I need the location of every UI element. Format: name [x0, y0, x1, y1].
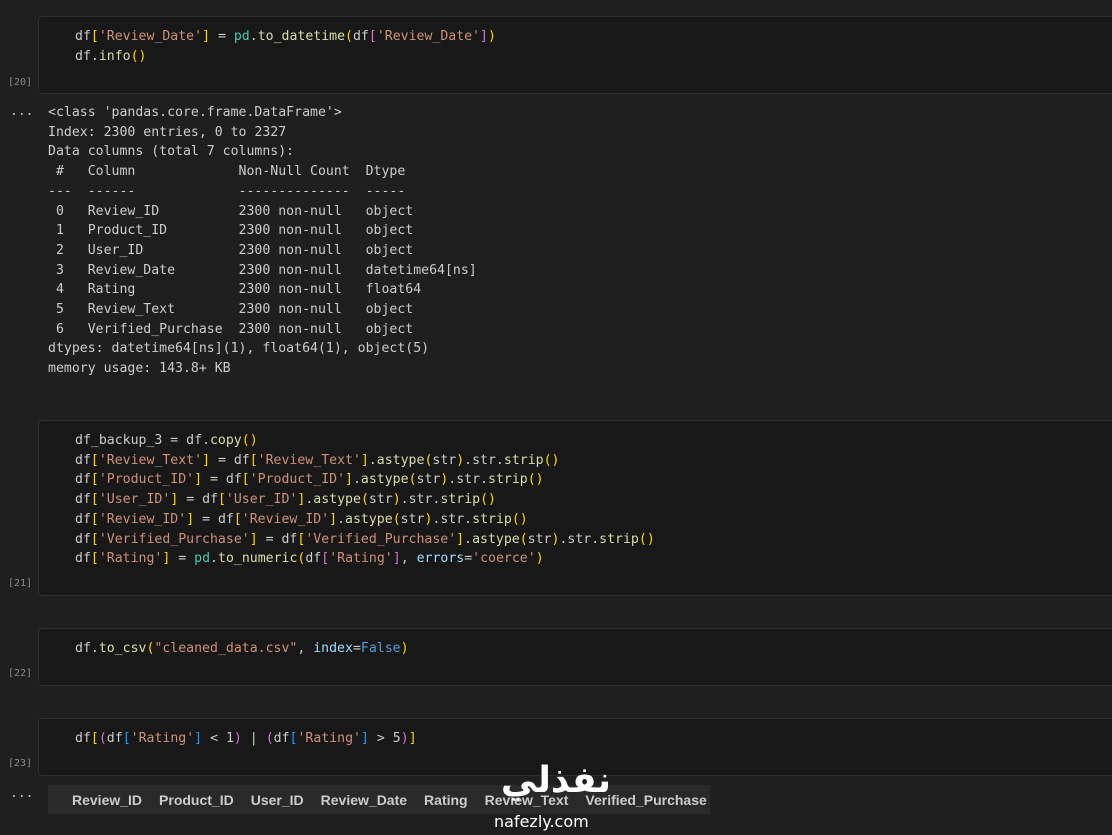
code-line: df.info() — [75, 48, 147, 64]
execution-count: [21] — [8, 578, 33, 589]
info-output: <class 'pandas.core.frame.DataFrame'> In… — [48, 105, 477, 377]
code-editor[interactable]: df['Review_Date'] = pd.to_datetime(df['R… — [75, 27, 496, 66]
code-cell-22[interactable]: df.to_csv("cleaned_data.csv", index=Fals… — [38, 628, 1112, 686]
execution-count: [22] — [8, 668, 33, 679]
watermark: نفذلي nafezly.com — [486, 758, 626, 835]
notebook-page: df['Review_Date'] = pd.to_datetime(df['R… — [0, 0, 1112, 835]
code-cell-20[interactable]: df['Review_Date'] = pd.to_datetime(df['R… — [38, 16, 1112, 94]
code-line: df['Rating'] = pd.to_numeric(df['Rating'… — [75, 551, 544, 567]
column-header: Rating — [424, 791, 468, 808]
output-menu-icon[interactable]: ... — [10, 787, 33, 800]
code-line: df['Review_Date'] = pd.to_datetime(df['R… — [75, 29, 496, 44]
code-line: df_backup_3 = df.copy() — [75, 433, 258, 448]
code-editor[interactable]: df_backup_3 = df.copy() df['Review_Text'… — [75, 431, 655, 569]
code-editor[interactable]: df.to_csv("cleaned_data.csv", index=Fals… — [75, 639, 409, 659]
execution-count: [23] — [8, 758, 33, 769]
code-line: df['Review_Text'] = df['Review_Text'].as… — [75, 452, 560, 468]
code-cell-21[interactable]: df_backup_3 = df.copy() df['Review_Text'… — [38, 420, 1112, 596]
code-line: df['Verified_Purchase'] = df['Verified_P… — [75, 531, 655, 547]
code-line: df['Product_ID'] = df['Product_ID'].asty… — [75, 472, 544, 488]
column-header: Review_ID — [72, 791, 143, 808]
code-line: df[(df['Rating'] < 1) | (df['Rating'] > … — [75, 731, 417, 746]
column-header: Review_Date — [320, 791, 408, 808]
code-line: df['Review_ID'] = df['Review_ID'].astype… — [75, 511, 528, 527]
column-header: User_ID — [250, 791, 304, 808]
watermark-logo: نفذلي — [500, 760, 612, 801]
code-line: df.to_csv("cleaned_data.csv", index=Fals… — [75, 641, 409, 656]
code-editor[interactable]: df[(df['Rating'] < 1) | (df['Rating'] > … — [75, 729, 417, 749]
column-header: Product_ID — [159, 791, 234, 808]
execution-count: [20] — [8, 77, 33, 88]
code-line: df['User_ID'] = df['User_ID'].astype(str… — [75, 492, 496, 508]
watermark-url: nafezly.com — [494, 812, 589, 831]
output-menu-icon[interactable]: ... — [10, 105, 33, 118]
